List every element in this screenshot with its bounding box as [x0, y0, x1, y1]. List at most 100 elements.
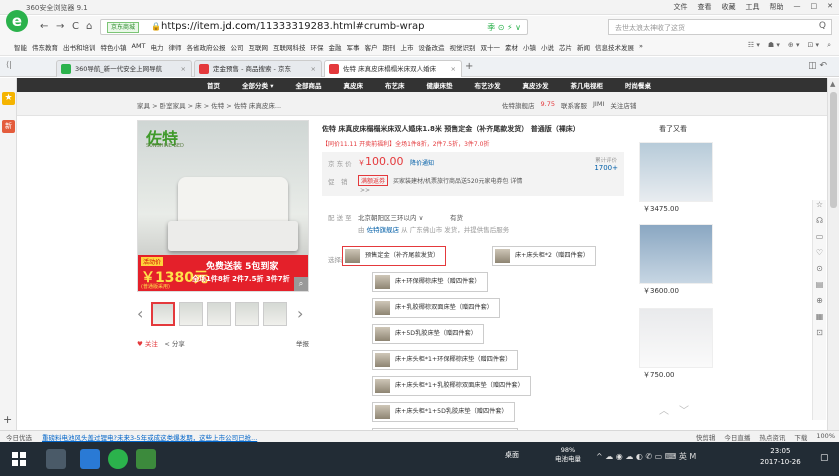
- url-text[interactable]: https://item.jd.com/11333319283.html#cru…: [161, 21, 424, 32]
- today-pick-link[interactable]: 今日优选: [6, 432, 32, 442]
- recommend-price[interactable]: ￥3475.00: [643, 204, 679, 214]
- thumbnail[interactable]: [207, 302, 231, 326]
- tab-tools[interactable]: ◫ ↶: [808, 61, 827, 71]
- windows-start-icon[interactable]: [12, 452, 26, 466]
- address-bar[interactable]: 京东商城 🔒 https://item.jd.com/11333319283.h…: [100, 19, 528, 35]
- jd-nav-item[interactable]: 布艺沙发: [475, 80, 501, 90]
- news-ticker[interactable]: 重磅料电池风头盖过锂电?未来3-5年或成这类爆发期，这些上市公司已抢...: [42, 432, 257, 442]
- color-option[interactable]: 床+床头柜*1+乳胶椰棕双面床垫（赠四件套）: [372, 376, 531, 396]
- scrollbar[interactable]: ▲ ▼: [827, 78, 839, 442]
- new-tab-button[interactable]: +: [465, 61, 473, 72]
- home-button[interactable]: ⌂: [86, 21, 92, 32]
- color-option[interactable]: 床+床头柜*1+5D乳胶床垫（赠四件套）: [372, 402, 515, 422]
- status-item[interactable]: 100%: [816, 432, 835, 442]
- notification-icon[interactable]: ▢: [820, 453, 829, 463]
- jd-nav-item[interactable]: 时尚餐桌: [625, 80, 651, 90]
- refresh-button[interactable]: C: [72, 21, 79, 32]
- bookmark-item[interactable]: 金融: [329, 42, 342, 52]
- jd-nav-item[interactable]: 全部商品: [296, 80, 322, 90]
- bookmark-item[interactable]: 素材: [505, 42, 518, 52]
- color-option[interactable]: 床+床头柜*1+环保椰棕床垫（赠四件套）: [372, 350, 519, 370]
- color-option[interactable]: 床+床头柜*2（赠四件套）: [492, 246, 597, 266]
- zoom-icon[interactable]: ⌕: [294, 277, 308, 291]
- color-option[interactable]: 床+环保椰棕床垫（赠四件套）: [372, 272, 488, 292]
- tab-close-icon[interactable]: ×: [181, 61, 186, 77]
- bookmark-item[interactable]: AMT: [132, 42, 146, 52]
- bookmark-item[interactable]: 电力: [151, 42, 164, 52]
- jimi-link[interactable]: JIMI: [593, 100, 604, 110]
- thumbnail[interactable]: [151, 302, 175, 326]
- report-link[interactable]: 举报: [296, 338, 309, 348]
- bookmark-item[interactable]: 双十一: [481, 42, 501, 52]
- search-input[interactable]: 去世太浪太神收了这货: [615, 23, 685, 33]
- review-count[interactable]: 累计评价 1700+: [594, 156, 618, 172]
- jd-nav-item[interactable]: 全部分类 ▾: [242, 80, 274, 90]
- thumb-next-icon[interactable]: ›: [297, 304, 303, 323]
- bookmark-item[interactable]: 新闻: [577, 42, 590, 52]
- bookmark-item[interactable]: 视觉识别: [450, 42, 476, 52]
- taskbar-explorer-icon[interactable]: [80, 449, 100, 469]
- jd-nav-item[interactable]: 健康床垫: [427, 80, 453, 90]
- color-option[interactable]: 床+5D乳胶床垫（赠四件套）: [372, 324, 484, 344]
- recommend-image[interactable]: [639, 142, 713, 202]
- recommend-image[interactable]: [639, 224, 713, 284]
- bookmark-item[interactable]: 信息技术发展: [595, 42, 634, 52]
- jd-nav-item[interactable]: 茶几电视柜: [571, 80, 604, 90]
- tab-search[interactable]: 定金预售 - 商品搜索 - 京东 ×: [194, 60, 322, 77]
- recommend-price[interactable]: ￥750.00: [643, 370, 675, 380]
- bookmark-item[interactable]: 伟东教育: [32, 42, 58, 52]
- promotion-desc[interactable]: 买家装建材/机票旅行商品送520元家电券包 详情: [393, 176, 522, 185]
- bookmark-item[interactable]: 公司: [231, 42, 244, 52]
- bookmark-item[interactable]: 环保: [311, 42, 324, 52]
- promotion-more[interactable]: >>: [360, 187, 370, 194]
- new-icon[interactable]: 新: [2, 120, 15, 133]
- taskbar-browser-icon[interactable]: [108, 449, 128, 469]
- ship-address-select[interactable]: 北京朝阳区三环以内 ∨: [358, 212, 423, 222]
- status-item[interactable]: 今日直播: [724, 432, 750, 442]
- tab-360-nav[interactable]: 360导航_新一代安全上网导航 ×: [56, 60, 192, 77]
- jd-nav-item[interactable]: 真皮沙发: [523, 80, 549, 90]
- scroll-thumb[interactable]: [830, 92, 837, 208]
- price-notify-link[interactable]: 降价通知: [410, 158, 434, 167]
- bookmark-item[interactable]: 小镇: [523, 42, 536, 52]
- clock[interactable]: 23:05 2017-10-26: [760, 446, 801, 468]
- jd-nav-item[interactable]: 首页: [207, 80, 220, 90]
- desktop-label[interactable]: 桌面: [505, 450, 519, 460]
- bookmark-item[interactable]: 设备改造: [419, 42, 445, 52]
- thumbnail[interactable]: [179, 302, 203, 326]
- toolbar-icon[interactable]: ▦: [813, 312, 826, 328]
- bookmark-item[interactable]: 客户: [365, 42, 378, 52]
- menu-help[interactable]: 帮助: [770, 2, 784, 12]
- follow-product-button[interactable]: ♥ 关注 < 分享: [137, 338, 185, 348]
- bookmark-item[interactable]: 特色小镇: [101, 42, 127, 52]
- bookmark-item[interactable]: 上市: [401, 42, 414, 52]
- color-option[interactable]: 预售定金（补齐尾款发货）: [342, 246, 447, 266]
- menu-view[interactable]: 查看: [698, 2, 712, 12]
- forward-button[interactable]: →: [56, 21, 64, 32]
- maximize-button[interactable]: □: [811, 2, 818, 12]
- bookmark-item[interactable]: 期刊: [383, 42, 396, 52]
- customer-service-link[interactable]: 联系客服: [561, 100, 587, 110]
- thumb-prev-icon[interactable]: ‹: [137, 304, 143, 323]
- bookmark-item[interactable]: 互联网科技: [273, 42, 306, 52]
- follow-shop-link[interactable]: 关注店铺: [610, 100, 636, 110]
- bookmark-item[interactable]: 出书和培训: [63, 42, 96, 52]
- bookmark-tool-icon[interactable]: ☷ ▾: [748, 41, 760, 50]
- search-icon[interactable]: Q: [819, 21, 826, 31]
- close-window-button[interactable]: ✕: [827, 2, 833, 12]
- back-button[interactable]: ←: [40, 21, 48, 32]
- menu-file[interactable]: 文件: [674, 2, 688, 12]
- bookmark-tool-icon[interactable]: ☗ ▾: [768, 41, 780, 50]
- tray-icons[interactable]: ^ ☁ ◉ ☁ ◐ ✆ ▭ ⌨ 英 M: [596, 451, 696, 462]
- tab-product[interactable]: 佐特 床真皮床榻榻米床双人婚床 ×: [324, 60, 462, 77]
- bookmark-tool-icon[interactable]: ⊡ ▾: [807, 41, 819, 50]
- toolbar-icon[interactable]: ▤: [813, 280, 826, 296]
- address-tools[interactable]: 季 ⊙ ⚡ ∨: [487, 22, 521, 33]
- browser-logo-icon[interactable]: e: [6, 10, 28, 32]
- menu-favorites[interactable]: 收藏: [722, 2, 736, 12]
- status-item[interactable]: 快剪辑: [696, 432, 716, 442]
- status-item[interactable]: 下载: [794, 432, 807, 442]
- toolbar-icon[interactable]: ☊: [813, 216, 826, 232]
- jd-nav-item[interactable]: 真皮床: [344, 80, 364, 90]
- toolbar-icon[interactable]: ▭: [813, 232, 826, 248]
